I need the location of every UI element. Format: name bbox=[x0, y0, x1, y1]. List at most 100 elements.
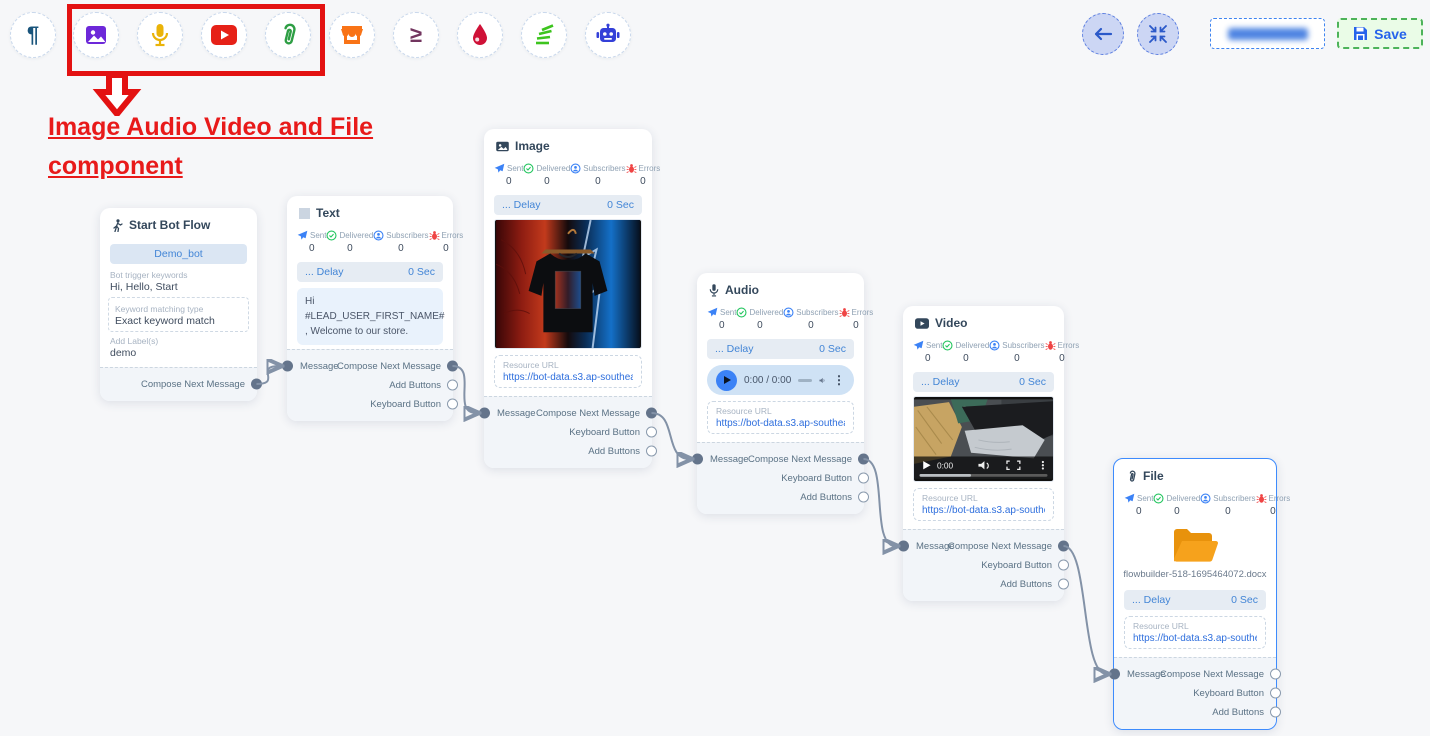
stats-row: Sent 0 Delivered 0 Subscribers 0 Errors … bbox=[903, 336, 1064, 366]
play-button[interactable] bbox=[716, 370, 737, 391]
toolbar-drip-component-button[interactable] bbox=[457, 12, 503, 58]
toolbar-bot-component-button[interactable] bbox=[585, 12, 631, 58]
image-header-icon bbox=[496, 141, 509, 152]
delay-bar[interactable]: ... Delay0 Sec bbox=[297, 262, 443, 282]
keyboard-button-label: Keyboard Button bbox=[569, 427, 640, 438]
output-port-keyboard[interactable] bbox=[447, 399, 458, 410]
delay-bar[interactable]: ... Delay0 Sec bbox=[1124, 590, 1266, 610]
node-image[interactable]: Image Sent 0 Delivered 0 Subscribers 0 E… bbox=[484, 129, 652, 468]
output-port-compose[interactable] bbox=[1270, 669, 1281, 680]
output-port-keyboard[interactable] bbox=[858, 473, 869, 484]
pilcrow-icon: ¶ bbox=[27, 24, 39, 46]
node-title: Video bbox=[935, 316, 967, 330]
output-port-add-buttons[interactable] bbox=[447, 380, 458, 391]
obscured-action-button[interactable] bbox=[1210, 18, 1325, 49]
errors-icon bbox=[839, 307, 850, 318]
output-port-add-buttons[interactable] bbox=[1270, 707, 1281, 718]
toolbar-video-component-button[interactable] bbox=[201, 12, 247, 58]
node-image-header: Image bbox=[484, 129, 652, 159]
image-attachment-preview[interactable] bbox=[494, 219, 642, 349]
output-port-compose[interactable] bbox=[251, 379, 262, 390]
resource-url-link[interactable]: https://bot-data.s3.ap-southeast-1.wasab… bbox=[503, 372, 633, 383]
text-icon bbox=[299, 208, 310, 219]
node-text[interactable]: Text Sent 0 Delivered 0 Subscribers 0 Er… bbox=[287, 196, 453, 421]
input-port-message[interactable] bbox=[479, 408, 490, 419]
flow-canvas[interactable]: ¶ ≥ bbox=[0, 0, 1430, 736]
toolbar-file-component-button[interactable] bbox=[265, 12, 311, 58]
matching-type-field[interactable]: Keyword matching type Exact keyword matc… bbox=[108, 297, 249, 332]
node-start-bot-flow[interactable]: Start Bot Flow Demo_bot Bot trigger keyw… bbox=[100, 208, 257, 401]
output-port-keyboard[interactable] bbox=[1270, 688, 1281, 699]
compose-next-message-label: Compose Next Message bbox=[948, 541, 1052, 552]
video-player[interactable]: 0:00 bbox=[913, 396, 1054, 482]
matching-type-label: Keyword matching type bbox=[115, 304, 238, 314]
node-file-header: File bbox=[1114, 459, 1276, 489]
input-port-message[interactable] bbox=[898, 541, 909, 552]
toolbar-text-component-button[interactable]: ¶ bbox=[10, 12, 56, 58]
delay-bar[interactable]: ... Delay0 Sec bbox=[494, 195, 642, 215]
add-labels-value[interactable]: demo bbox=[110, 347, 247, 359]
audio-player[interactable]: 0:00 / 0:00 ⋮ bbox=[707, 365, 854, 395]
node-video[interactable]: Video Sent 0 Delivered 0 Subscribers 0 E… bbox=[903, 306, 1064, 601]
add-buttons-label: Add Buttons bbox=[389, 380, 441, 391]
output-port-compose[interactable] bbox=[858, 454, 869, 465]
resource-url-link[interactable]: https://bot-data.s3.ap-southeast-1.wasab… bbox=[1133, 633, 1257, 644]
output-port-compose[interactable] bbox=[447, 361, 458, 372]
output-port-add-buttons[interactable] bbox=[1058, 579, 1069, 590]
input-port-message[interactable] bbox=[282, 361, 293, 372]
save-button[interactable]: Save bbox=[1337, 18, 1423, 49]
volume-icon[interactable] bbox=[819, 375, 826, 386]
output-port-add-buttons[interactable] bbox=[646, 446, 657, 457]
keyboard-button-label: Keyboard Button bbox=[1193, 688, 1264, 699]
audio-progress[interactable] bbox=[798, 379, 812, 382]
input-port-message[interactable] bbox=[1109, 669, 1120, 680]
resource-url-label: Resource URL bbox=[922, 493, 1045, 503]
file-name: flowbuilder-518-1695464072.docx bbox=[1114, 567, 1276, 584]
node-title: File bbox=[1143, 469, 1164, 483]
stats-row: Sent 0 Delivered 0 Subscribers 0 Errors … bbox=[287, 226, 453, 256]
sent-icon bbox=[707, 307, 718, 318]
audio-menu-icon[interactable]: ⋮ bbox=[833, 373, 845, 387]
back-button[interactable] bbox=[1082, 13, 1124, 55]
output-port-add-buttons[interactable] bbox=[858, 492, 869, 503]
toolbar-condition-component-button[interactable]: ≥ bbox=[393, 12, 439, 58]
node-text-header: Text bbox=[287, 196, 453, 226]
trigger-keywords-value[interactable]: Hi, Hello, Start bbox=[110, 281, 247, 293]
toolbar-sequence-component-button[interactable] bbox=[521, 12, 567, 58]
sent-icon bbox=[494, 163, 505, 174]
output-port-compose[interactable] bbox=[646, 408, 657, 419]
message-label: Message bbox=[300, 361, 339, 372]
delay-bar[interactable]: ... Delay0 Sec bbox=[913, 372, 1054, 392]
toolbar-ecommerce-component-button[interactable] bbox=[329, 12, 375, 58]
toolbar-image-component-button[interactable] bbox=[73, 12, 119, 58]
fit-view-button[interactable] bbox=[1137, 13, 1179, 55]
subscribers-icon bbox=[373, 230, 384, 241]
output-port-keyboard[interactable] bbox=[646, 427, 657, 438]
toolbar-audio-component-button[interactable] bbox=[137, 12, 183, 58]
save-label: Save bbox=[1374, 26, 1407, 42]
resource-url-link[interactable]: https://bot-data.s3.ap-southeast-1.wasab… bbox=[922, 505, 1045, 516]
node-title: Image bbox=[515, 139, 550, 153]
matching-type-value[interactable]: Exact keyword match bbox=[115, 315, 238, 327]
resource-url-link[interactable]: https://bot-data.s3.ap-southeast-1.wasab… bbox=[716, 418, 845, 429]
delivered-icon bbox=[523, 163, 534, 174]
delay-bar[interactable]: ... Delay0 Sec bbox=[707, 339, 854, 359]
stats-row: Sent 0 Delivered 0 Subscribers 0 Errors … bbox=[484, 159, 652, 189]
output-port-compose[interactable] bbox=[1058, 541, 1069, 552]
compress-icon bbox=[1149, 25, 1167, 43]
video-progress-fill bbox=[920, 474, 972, 477]
file-attachment[interactable] bbox=[1114, 519, 1276, 567]
robot-icon bbox=[595, 23, 621, 47]
input-port-message[interactable] bbox=[692, 454, 703, 465]
keyboard-button-label: Keyboard Button bbox=[781, 473, 852, 484]
audio-time: 0:00 / 0:00 bbox=[744, 375, 791, 386]
output-port-keyboard[interactable] bbox=[1058, 560, 1069, 571]
node-audio[interactable]: Audio Sent 0 Delivered 0 Subscribers 0 E… bbox=[697, 273, 864, 514]
sent-icon bbox=[297, 230, 308, 241]
message-preview[interactable]: Hi #LEAD_USER_FIRST_NAME# , Welcome to o… bbox=[297, 288, 443, 345]
node-file[interactable]: File Sent 0 Delivered 0 Subscribers 0 Er… bbox=[1113, 458, 1277, 730]
bot-name-field[interactable]: Demo_bot bbox=[110, 244, 247, 264]
errors-icon bbox=[626, 163, 637, 174]
annotation-line1: Image Audio Video and File bbox=[48, 113, 373, 141]
resource-url-label: Resource URL bbox=[1133, 621, 1257, 631]
